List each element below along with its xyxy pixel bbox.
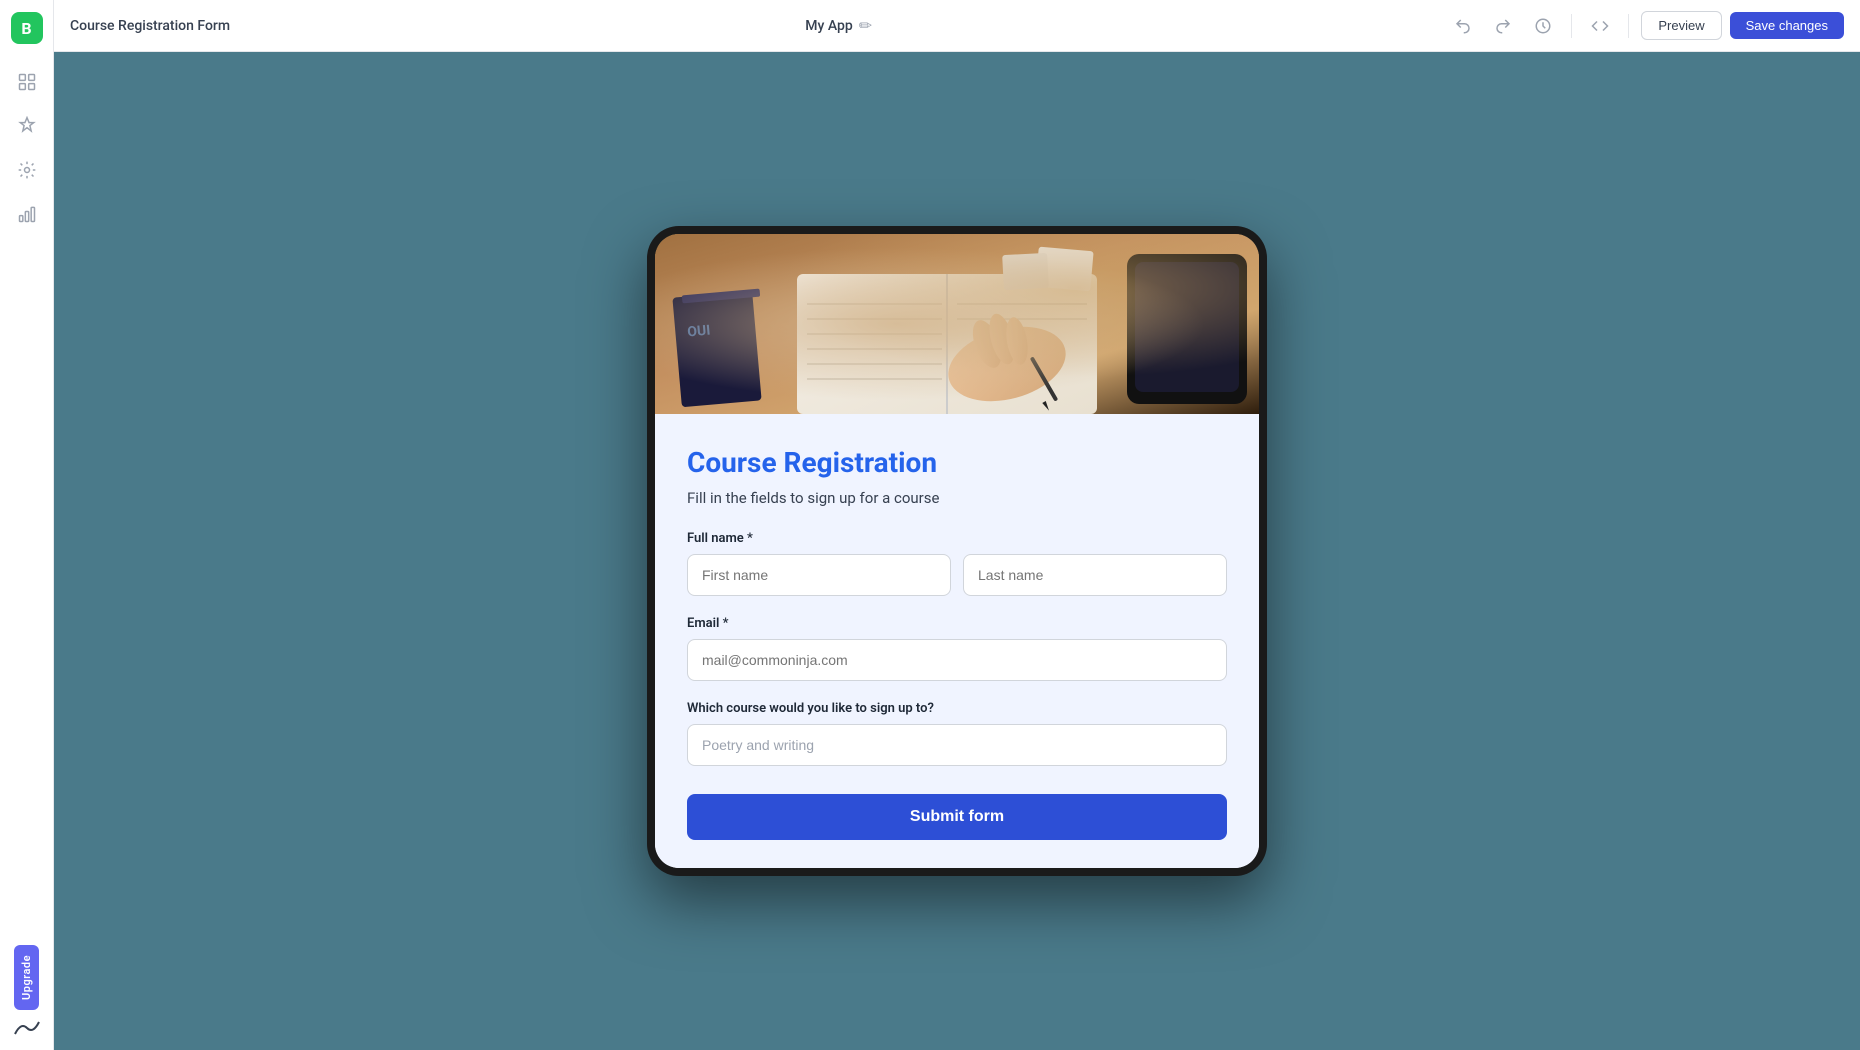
toolbar-divider-2 <box>1628 14 1629 38</box>
preview-button[interactable]: Preview <box>1641 11 1721 40</box>
sidebar-item-grid[interactable] <box>9 64 45 100</box>
bottom-logo <box>11 1018 43 1038</box>
device-frame: OUI <box>647 226 1267 876</box>
redo-button[interactable] <box>1487 10 1519 42</box>
save-changes-button[interactable]: Save changes <box>1730 12 1844 39</box>
form-subtitle: Fill in the fields to sign up for a cour… <box>687 489 1227 507</box>
sidebar-item-analytics[interactable] <box>9 196 45 232</box>
toolbar-actions: Preview Save changes <box>1447 10 1844 42</box>
edit-app-name-icon[interactable]: ✏ <box>859 16 872 35</box>
course-input[interactable] <box>687 724 1227 766</box>
hero-overlay <box>655 234 1259 414</box>
full-name-group: Full name * <box>687 531 1227 596</box>
main-content: Course Registration Form My App ✏ <box>54 0 1860 1050</box>
submit-button[interactable]: Submit form <box>687 794 1227 840</box>
canvas-area: OUI <box>54 52 1860 1050</box>
form-title: Course Registration <box>687 446 1227 479</box>
sidebar: B Upgrade <box>0 0 54 1050</box>
course-group: Which course would you like to sign up t… <box>687 701 1227 766</box>
code-button[interactable] <box>1584 10 1616 42</box>
toolbar: Course Registration Form My App ✏ <box>54 0 1860 52</box>
sidebar-item-settings[interactable] <box>9 152 45 188</box>
app-logo[interactable]: B <box>11 12 43 44</box>
device-screen: OUI <box>655 234 1259 868</box>
undo-button[interactable] <box>1447 10 1479 42</box>
last-name-input[interactable] <box>963 554 1227 596</box>
sidebar-item-pin[interactable] <box>9 108 45 144</box>
email-label: Email * <box>687 616 1227 631</box>
app-name: My App <box>805 18 852 34</box>
toolbar-center: My App ✏ <box>242 16 1435 35</box>
course-label: Which course would you like to sign up t… <box>687 701 1227 716</box>
full-name-label: Full name * <box>687 531 1227 546</box>
name-input-row <box>687 554 1227 596</box>
form-area: Course Registration Fill in the fields t… <box>655 414 1259 868</box>
history-button[interactable] <box>1527 10 1559 42</box>
email-group: Email * <box>687 616 1227 681</box>
upgrade-button[interactable]: Upgrade <box>14 945 39 1010</box>
email-input[interactable] <box>687 639 1227 681</box>
toolbar-divider <box>1571 14 1572 38</box>
first-name-input[interactable] <box>687 554 951 596</box>
hero-image: OUI <box>655 234 1259 414</box>
page-title: Course Registration Form <box>70 18 230 34</box>
sidebar-bottom: Upgrade <box>11 945 43 1038</box>
